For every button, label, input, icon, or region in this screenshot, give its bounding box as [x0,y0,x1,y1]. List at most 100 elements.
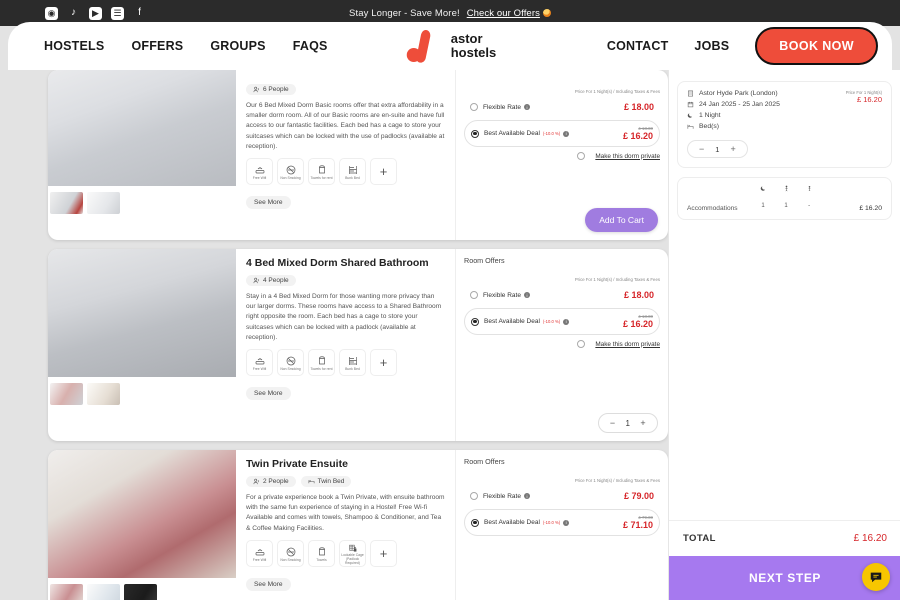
amenity-label: Free Wifi [252,367,267,372]
more-amenities-button[interactable]: + [370,539,397,567]
room-offers: Room Offers Price For 1 Night(s) / Inclu… [456,249,668,441]
see-more-button[interactable]: See More [246,196,291,210]
more-amenities-button[interactable]: + [370,158,397,186]
amenities-row: Free Wifi Non Smoking Towels for rent Bu… [246,349,445,377]
quantity-stepper[interactable]: − 1 + [597,413,658,433]
amenity-label: Free Wifi [252,557,267,562]
rate-price: £ 79.00 [624,491,654,501]
price-amount: £ 79.00 [623,491,654,501]
thumbnail-image[interactable] [50,584,83,600]
no-smoking-icon [286,165,295,175]
make-private-label[interactable]: Make this dorm private [595,341,660,348]
see-more-button[interactable]: See More [246,577,291,591]
amenity-towels: Towels [308,539,335,567]
see-more-button[interactable]: See More [246,387,291,401]
radio-make-private[interactable] [577,152,586,160]
moon-icon [687,113,693,118]
brand-line-1: astor [450,31,483,47]
thumbnail-image[interactable] [87,584,120,600]
make-private-row[interactable]: Make this dorm private [464,340,660,348]
price-amount: £ 16.20 [622,131,653,141]
rate-option-best-deal[interactable]: Best Available Deal (-10.0 %) i £ 79.00 £ … [464,509,660,536]
brand-logo[interactable]: astor hostels [404,28,496,64]
rate-option-best-deal[interactable]: Best Available Deal (-10.0 %) i £ 18.00 £ … [464,120,660,147]
bed-type-chip: Twin Bed [300,476,352,487]
amenity-label: Towels [316,557,327,562]
rate-option-best-deal[interactable]: Best Available Deal (-10.0 %) i £ 18.00 £ … [464,308,660,335]
radio-flexible[interactable] [470,103,478,111]
nav-item-faqs[interactable]: FAQS [293,39,328,53]
price-amount: £ 18.00 [623,290,654,300]
rate-option-flexible[interactable]: Flexible Rate i £ 18.00 [464,285,660,305]
radio-best-deal[interactable] [471,518,479,527]
increment-button[interactable]: + [730,144,735,154]
radio-make-private[interactable] [577,340,586,348]
chat-widget-button[interactable] [862,563,890,591]
rate-price: £ 18.00 [624,290,654,300]
rate-label: Flexible Rate [483,291,521,299]
people-icon [253,86,259,93]
nav-item-offers[interactable]: OFFERS [131,39,183,53]
nights-count-value: 1 [761,203,765,209]
wifi-router-icon [255,549,264,556]
amenity-label: Lockable Cage (Padlock Required) [341,553,364,565]
room-action: Add To Cart [585,208,658,232]
rate-label: Best Available Deal [484,130,540,137]
radio-flexible[interactable] [470,291,478,299]
add-to-cart-button[interactable]: Add To Cart [585,208,658,232]
child-icon [808,185,810,191]
thumbnail-image[interactable] [124,584,157,600]
summary-price: Price For 1 Night(s) £ 16.20 [846,90,882,104]
children-count: - [806,185,813,212]
sidebar-quantity-stepper[interactable]: − 1 + [687,140,748,158]
radio-flexible[interactable] [470,492,478,500]
bed-type-label: Twin Bed [317,478,345,485]
room-list[interactable]: 6 People Our 6 Bed Mixed Dorm Basic room… [0,70,668,600]
room-action: − 1 + [597,413,658,433]
radio-best-deal[interactable] [471,129,479,138]
thumbnail-image[interactable] [50,383,83,405]
amenities-row: Free Wifi Non Smoking Towels Lockable Ca… [246,539,445,567]
rate-price: £ 18.00 [624,102,654,112]
quantity-value: 1 [625,418,630,428]
thumbnail-image[interactable] [50,192,83,214]
info-icon[interactable]: i [563,519,570,526]
nav-item-groups[interactable]: GROUPS [210,39,265,53]
amenity-towels: Towels for rent [308,158,335,186]
more-amenities-button[interactable]: + [370,349,397,377]
capacity-label: 2 People [263,478,289,485]
room-hero-image[interactable] [48,249,236,377]
rate-option-flexible[interactable]: Flexible Rate i £ 18.00 [464,97,660,117]
promo-link[interactable]: Check our Offers [467,8,540,19]
increment-button[interactable]: + [639,418,647,428]
room-hero-image[interactable] [48,70,236,186]
room-thumbnails [48,578,238,600]
offers-title: Room Offers [464,457,505,466]
total-value: £ 16.20 [853,533,887,544]
radio-best-deal[interactable] [471,317,479,326]
rate-label: Best Available Deal [484,519,540,526]
rate-price: £ 79.00 £ 71.10 [623,515,653,530]
thumbnail-image[interactable] [87,192,120,214]
info-icon[interactable]: i [563,318,570,325]
property-name: Astor Hyde Park (London) [699,90,778,97]
rate-option-flexible[interactable]: Flexible Rate i £ 79.00 [464,486,660,506]
nav-item-hostels[interactable]: HOSTELS [44,39,104,53]
thumbnail-image[interactable] [87,383,120,405]
nav-item-contact[interactable]: CONTACT [607,39,669,53]
nav-item-jobs[interactable]: JOBS [694,39,729,53]
quantity-value: 1 [715,144,720,154]
info-icon[interactable]: i [563,130,570,137]
info-icon[interactable]: i [523,104,530,110]
info-icon[interactable]: i [523,292,530,298]
decrement-button[interactable]: − [699,144,704,154]
make-private-row[interactable]: Make this dorm private [464,152,660,160]
amenity-label: Non Smoking [280,367,301,372]
secondary-nav: CONTACT JOBS BOOK NOW [607,27,878,65]
book-now-button[interactable]: BOOK NOW [755,27,878,65]
room-hero-image[interactable] [48,450,236,578]
amenity-non-smoking: Non Smoking [277,158,304,186]
info-icon[interactable]: i [523,493,530,499]
decrement-button[interactable]: − [609,418,617,428]
make-private-label[interactable]: Make this dorm private [595,153,660,160]
